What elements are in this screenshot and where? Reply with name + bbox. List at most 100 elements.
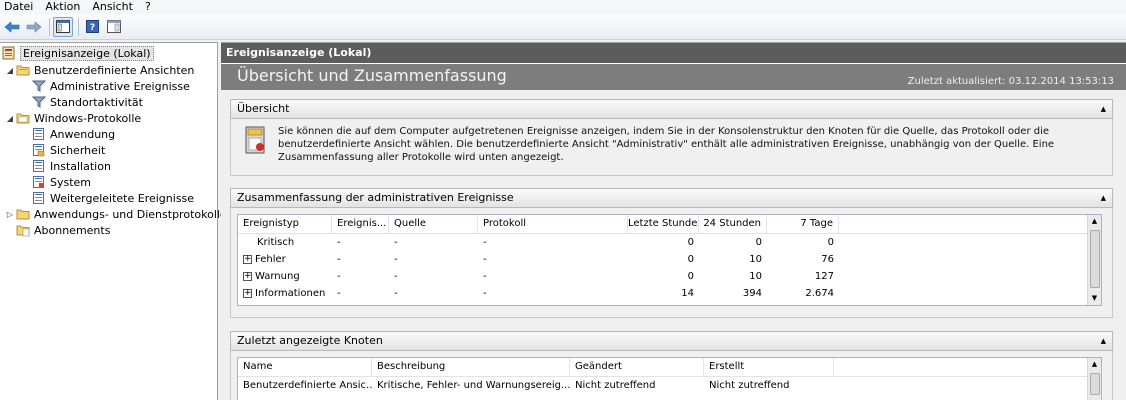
column-header-7-tage[interactable]: 7 Tage bbox=[767, 215, 839, 233]
summary-section-header[interactable]: Zusammenfassung der administrativen Erei… bbox=[230, 188, 1113, 208]
cell-24-stunden: 394 bbox=[742, 288, 762, 299]
cell-ereignistyp: + Informationen bbox=[238, 285, 332, 302]
forward-button[interactable] bbox=[24, 17, 44, 37]
cell-text: Fehler bbox=[255, 254, 286, 265]
scroll-down-icon[interactable]: ▼ bbox=[1088, 292, 1101, 305]
cell-7-tage: 2.674 bbox=[805, 288, 834, 299]
table-row[interactable]: + Fehler - - -0 10 76 bbox=[238, 251, 1101, 268]
cell-letzte-stunde: 0 bbox=[687, 271, 694, 282]
console-tree-button[interactable] bbox=[53, 16, 73, 37]
column-header-letzte-stunde[interactable]: Letzte Stunde bbox=[628, 215, 699, 233]
cell-protokoll: - bbox=[483, 288, 487, 299]
expand-icon[interactable]: + bbox=[243, 254, 252, 264]
tree-item-label: Installation bbox=[50, 159, 111, 173]
column-header-name[interactable]: Name bbox=[238, 358, 372, 376]
tree-item-ereignisanzeige[interactable]: Ereignisanzeige (Lokal) bbox=[2, 45, 154, 61]
summary-scrollbar[interactable]: ▲ ▼ bbox=[1087, 215, 1101, 305]
column-header-beschreibung[interactable]: Beschreibung bbox=[372, 358, 570, 376]
menu-aktion[interactable]: Aktion bbox=[39, 0, 86, 14]
help-button[interactable]: ? bbox=[82, 17, 102, 37]
column-header-24-stunden[interactable]: 24 Stunden bbox=[699, 215, 767, 233]
table-row[interactable]: Benutzerdefinierte Ansic... Kritische, Fe… bbox=[238, 377, 1101, 394]
pane-header: Ereignisanzeige (Lokal) bbox=[221, 43, 1126, 63]
toolbar: ? bbox=[0, 14, 1126, 40]
expand-icon[interactable]: + bbox=[243, 288, 252, 298]
overview-section-header[interactable]: Übersicht ▲ bbox=[230, 99, 1113, 119]
summary-table: Ereignistyp Ereignis... Quelle Protokoll… bbox=[237, 214, 1102, 306]
cell-text: Informationen bbox=[255, 288, 326, 299]
console-tree: Ereignisanzeige (Lokal) ◢ Benutzerdefini… bbox=[0, 42, 227, 400]
forward-icon bbox=[26, 20, 42, 33]
menu-datei[interactable]: Datei bbox=[0, 0, 39, 14]
event-viewer-icon bbox=[2, 46, 15, 60]
recent-rows: Benutzerdefinierte Ansic... Kritische, Fe… bbox=[238, 377, 1101, 394]
menu-bar: Datei Aktion Ansicht ? bbox=[0, 0, 1126, 14]
cell-ereignistyp: + Warnung bbox=[238, 268, 332, 285]
column-header-ereignis[interactable]: Ereignis... bbox=[332, 215, 389, 233]
table-row[interactable]: + Warnung - - -0 10 127 bbox=[238, 268, 1101, 285]
scrollbar-thumb[interactable] bbox=[1090, 373, 1100, 395]
tree-item-anwendung[interactable]: Anwendung bbox=[32, 126, 115, 142]
log-icon bbox=[33, 160, 44, 172]
tree-item-benutzerdefinierte-ansichten[interactable]: ◢ Benutzerdefinierte Ansichten bbox=[5, 62, 194, 78]
tree-item-system[interactable]: System bbox=[32, 174, 91, 190]
cell-letzte-stunde: 0 bbox=[687, 237, 694, 248]
cell-ereignistyp: + Fehler bbox=[238, 251, 332, 268]
tree-item-installation[interactable]: Installation bbox=[32, 158, 111, 174]
toolbar-separator bbox=[49, 17, 50, 36]
tree-item-administrative-ereignisse[interactable]: Administrative Ereignisse bbox=[32, 78, 190, 94]
collapse-arrow-icon[interactable]: ◢ bbox=[5, 114, 15, 123]
folder-icon bbox=[16, 65, 30, 76]
column-header-ereignistyp[interactable]: Ereignistyp bbox=[238, 215, 332, 233]
tree-item-label: Anwendungs- und Dienstprotokolle bbox=[34, 207, 227, 221]
scroll-up-icon[interactable]: ▲ bbox=[1088, 358, 1101, 371]
tree-item-label: System bbox=[50, 175, 92, 189]
menu-help[interactable]: ? bbox=[139, 0, 157, 14]
recent-scrollbar[interactable]: ▲ bbox=[1087, 358, 1101, 400]
collapse-icon[interactable]: ▲ bbox=[1101, 100, 1106, 118]
table-header: Ereignistyp Ereignis... Quelle Protokoll… bbox=[238, 215, 1101, 234]
tree-item-standortaktivitaet[interactable]: Standortaktivität bbox=[32, 94, 143, 110]
recent-section-header[interactable]: Zuletzt angezeigte Knoten ▲ bbox=[230, 331, 1113, 351]
back-button[interactable] bbox=[2, 17, 22, 37]
collapse-icon[interactable]: ▲ bbox=[1101, 332, 1106, 350]
collapse-icon[interactable]: ▲ bbox=[1101, 189, 1106, 207]
column-header-quelle[interactable]: Quelle bbox=[389, 215, 478, 233]
cell-name: Benutzerdefinierte Ansic... bbox=[243, 380, 372, 391]
table-row[interactable]: + Informationen - - -14 394 2.674 bbox=[238, 285, 1101, 302]
summary-section: Zusammenfassung der administrativen Erei… bbox=[230, 188, 1113, 318]
table-row[interactable]: Kritisch - - - 0 0 0 bbox=[238, 234, 1101, 251]
tree-item-label: Standortaktivität bbox=[50, 95, 143, 109]
scrollbar-thumb[interactable] bbox=[1090, 230, 1100, 288]
action-pane-button[interactable] bbox=[104, 17, 124, 37]
help-icon: ? bbox=[85, 20, 99, 33]
title-bar: Übersicht und Zusammenfassung Zuletzt ak… bbox=[221, 64, 1126, 90]
cell-quelle: - bbox=[394, 254, 398, 265]
tree-item-windows-protokolle[interactable]: ◢ Windows-Protokolle bbox=[5, 110, 141, 126]
tree-item-anwendungs-und-dienstprotokolle[interactable]: ▷ Anwendungs- und Dienstprotokolle bbox=[5, 206, 227, 222]
tree-item-label: Administrative Ereignisse bbox=[50, 79, 190, 93]
expand-arrow-icon[interactable]: ▷ bbox=[5, 210, 15, 219]
tree-item-abonnements[interactable]: Abonnements bbox=[16, 222, 110, 238]
section-title: Übersicht bbox=[237, 102, 290, 115]
tree-item-weitergeleitete-ereignisse[interactable]: Weitergeleitete Ereignisse bbox=[32, 190, 194, 206]
main-pane: Ereignisanzeige (Lokal) Übersicht und Zu… bbox=[221, 42, 1126, 400]
back-icon bbox=[4, 20, 20, 33]
tree-item-label: Sicherheit bbox=[50, 143, 106, 157]
cell-letzte-stunde: 14 bbox=[681, 288, 694, 299]
tree-item-sicherheit[interactable]: Sicherheit bbox=[32, 142, 105, 158]
last-updated: Zuletzt aktualisiert: 03.12.2014 13:53:1… bbox=[907, 76, 1114, 87]
column-header-geaendert[interactable]: Geändert bbox=[570, 358, 704, 376]
cell-24-stunden: 10 bbox=[749, 271, 762, 282]
svg-text:?: ? bbox=[89, 23, 94, 33]
cell-ereignis: - bbox=[337, 271, 341, 282]
column-header-protokoll[interactable]: Protokoll bbox=[478, 215, 628, 233]
column-header-filler bbox=[834, 358, 1101, 376]
column-header-erstellt[interactable]: Erstellt bbox=[704, 358, 834, 376]
expand-icon[interactable]: + bbox=[243, 271, 252, 281]
collapse-arrow-icon[interactable]: ◢ bbox=[5, 66, 15, 75]
scroll-up-icon[interactable]: ▲ bbox=[1088, 215, 1101, 228]
cell-24-stunden: 10 bbox=[749, 254, 762, 265]
menu-ansicht[interactable]: Ansicht bbox=[86, 0, 139, 14]
folder-icon bbox=[16, 209, 30, 220]
